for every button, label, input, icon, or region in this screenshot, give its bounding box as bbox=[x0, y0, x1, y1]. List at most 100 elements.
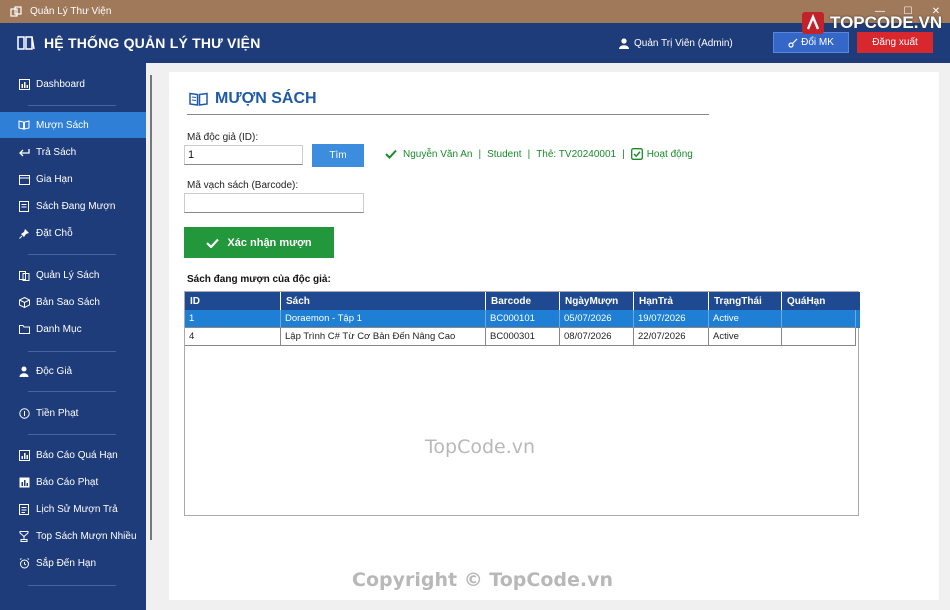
barcode-input[interactable] bbox=[184, 193, 364, 213]
sidebar-item-label: Gia Hạn bbox=[36, 173, 73, 185]
sidebar-item-borrowed-books[interactable]: Sách Đang Mượn bbox=[0, 193, 146, 219]
return-icon bbox=[18, 146, 30, 158]
reader-id-input[interactable]: 1 bbox=[184, 145, 303, 165]
sidebar-item-overdue-report[interactable]: Báo Cáo Quá Hạn bbox=[0, 442, 146, 468]
sidebar-divider bbox=[28, 391, 116, 392]
reader-type: Student bbox=[487, 148, 522, 160]
app-title: HỆ THỐNG QUẢN LÝ THƯ VIỆN bbox=[44, 35, 261, 51]
user-name: Quản Trị Viên (Admin) bbox=[634, 37, 733, 49]
cell-barcode: BC000101 bbox=[486, 310, 560, 328]
confirm-borrow-button[interactable]: Xác nhận mượn bbox=[184, 227, 334, 258]
sidebar-item-fine-report[interactable]: Báo Cáo Phạt bbox=[0, 469, 146, 495]
cell-id: 4 bbox=[185, 328, 281, 346]
info-separator: | bbox=[527, 148, 531, 160]
box-icon bbox=[18, 296, 30, 308]
sidebar-scrollbar[interactable] bbox=[150, 75, 152, 540]
column-header-due-date[interactable]: HạnTrả bbox=[634, 292, 709, 310]
current-user: Quản Trị Viên (Admin) bbox=[619, 23, 733, 63]
loans-table[interactable]: ID Sách Barcode NgàyMượn HạnTrả TrạngThá… bbox=[184, 291, 860, 516]
pin-icon bbox=[18, 227, 30, 239]
reader-info: Nguyễn Văn An | Student | Thẻ: TV2024000… bbox=[385, 148, 693, 160]
reader-id-label: Mã độc giả (ID): bbox=[187, 132, 259, 143]
column-header-book[interactable]: Sách bbox=[281, 292, 486, 310]
sidebar-item-renew[interactable]: Gia Hạn bbox=[0, 166, 146, 192]
sidebar-item-label: Báo Cáo Quá Hạn bbox=[36, 449, 118, 461]
column-header-overdue[interactable]: QuáHạn bbox=[782, 292, 856, 310]
table-row[interactable]: 1 Doraemon - Tập 1 BC000101 05/07/2026 1… bbox=[185, 310, 860, 328]
check-icon bbox=[385, 149, 397, 159]
column-header-status[interactable]: TrạngThái bbox=[709, 292, 782, 310]
cell-overdue bbox=[782, 328, 856, 346]
sidebar-item-top-books[interactable]: Top Sách Mượn Nhiều bbox=[0, 523, 146, 549]
sidebar-item-manage-books[interactable]: Quản Lý Sách bbox=[0, 262, 146, 288]
watermark-copyright: Copyright © TopCode.vn bbox=[352, 569, 614, 591]
user-icon bbox=[18, 365, 30, 377]
change-password-label: Đổi MK bbox=[801, 37, 834, 48]
reader-status: Hoạt động bbox=[646, 148, 693, 160]
money-icon bbox=[18, 407, 30, 419]
sidebar: Dashboard Mượn Sách Trả Sách Gia Hạn Sác… bbox=[0, 63, 146, 610]
sidebar-item-label: Sắp Đến Hạn bbox=[36, 557, 97, 569]
cell-status: Active bbox=[709, 328, 782, 346]
cell-book: Lập Trình C# Từ Cơ Bản Đến Nâng Cao bbox=[281, 328, 486, 346]
page-title: MƯỢN SÁCH bbox=[189, 90, 317, 108]
sidebar-item-label: Đặt Chỗ bbox=[36, 227, 73, 239]
column-header-id[interactable]: ID bbox=[185, 292, 281, 310]
cell-borrow-date: 05/07/2026 bbox=[560, 310, 634, 328]
list-icon bbox=[18, 200, 30, 212]
trophy-icon bbox=[18, 530, 30, 542]
cell-due-date: 22/07/2026 bbox=[634, 328, 709, 346]
table-row[interactable]: 4 Lập Trình C# Từ Cơ Bản Đến Nâng Cao BC… bbox=[185, 328, 860, 346]
column-header-borrow-date[interactable]: NgàyMượn bbox=[560, 292, 634, 310]
check-icon bbox=[206, 238, 220, 248]
sidebar-item-label: Trả Sách bbox=[36, 146, 77, 158]
brand-text: TOPCODE.VN bbox=[830, 13, 943, 32]
history-icon bbox=[18, 503, 30, 515]
brand-logo-icon bbox=[802, 12, 824, 34]
sidebar-divider bbox=[28, 351, 116, 352]
report-icon bbox=[18, 449, 30, 461]
sidebar-item-fines[interactable]: Tiền Phạt bbox=[0, 400, 146, 426]
sidebar-item-history[interactable]: Lịch Sử Mượn Trả bbox=[0, 496, 146, 522]
sidebar-item-borrow[interactable]: Mượn Sách bbox=[0, 112, 146, 138]
sidebar-item-label: Tiền Phạt bbox=[36, 407, 79, 419]
cell-status: Active bbox=[709, 310, 782, 328]
cell-due-date: 19/07/2026 bbox=[634, 310, 709, 328]
key-icon bbox=[788, 38, 798, 48]
sidebar-item-book-copies[interactable]: Bản Sao Sách bbox=[0, 289, 146, 315]
sidebar-item-categories[interactable]: Danh Mục bbox=[0, 316, 146, 342]
sidebar-item-label: Danh Mục bbox=[36, 323, 82, 335]
alarm-icon bbox=[18, 557, 30, 569]
sidebar-item-dashboard[interactable]: Dashboard bbox=[0, 71, 146, 97]
sidebar-item-reserve[interactable]: Đặt Chỗ bbox=[0, 220, 146, 246]
info-separator: | bbox=[622, 148, 625, 160]
app-window-icon bbox=[8, 4, 24, 20]
sidebar-item-return[interactable]: Trả Sách bbox=[0, 139, 146, 165]
book-icon bbox=[189, 92, 208, 106]
cell-borrow-date: 08/07/2026 bbox=[560, 328, 634, 346]
sidebar-item-label: Sách Đang Mượn bbox=[36, 200, 116, 212]
cell-overdue bbox=[782, 310, 856, 328]
sidebar-item-readers[interactable]: Độc Giả bbox=[0, 358, 146, 384]
title-divider bbox=[187, 114, 709, 115]
column-header-barcode[interactable]: Barcode bbox=[486, 292, 560, 310]
sidebar-item-due-soon[interactable]: Sắp Đến Hạn bbox=[0, 550, 146, 576]
confirm-button-label: Xác nhận mượn bbox=[227, 236, 312, 249]
cell-id: 1 bbox=[185, 310, 281, 328]
window-title: Quản Lý Thư Viện bbox=[30, 6, 112, 17]
sidebar-divider bbox=[28, 105, 116, 106]
watermark-center: TopCode.vn bbox=[425, 436, 536, 458]
sidebar-item-label: Top Sách Mượn Nhiều bbox=[36, 530, 137, 542]
library-logo-icon bbox=[16, 33, 36, 53]
sidebar-item-label: Mượn Sách bbox=[36, 119, 89, 131]
barcode-label: Mã vạch sách (Barcode): bbox=[187, 180, 299, 191]
books-icon bbox=[18, 269, 30, 281]
calendar-icon bbox=[18, 173, 30, 185]
chart-icon bbox=[18, 78, 30, 90]
info-separator: | bbox=[478, 148, 482, 160]
folder-icon bbox=[18, 323, 30, 335]
book-icon bbox=[18, 119, 30, 131]
borrow-panel: MƯỢN SÁCH Mã độc giả (ID): 1 Tìm Nguyễn … bbox=[169, 72, 939, 600]
find-reader-button[interactable]: Tìm bbox=[312, 144, 364, 167]
sidebar-item-label: Dashboard bbox=[36, 78, 85, 90]
